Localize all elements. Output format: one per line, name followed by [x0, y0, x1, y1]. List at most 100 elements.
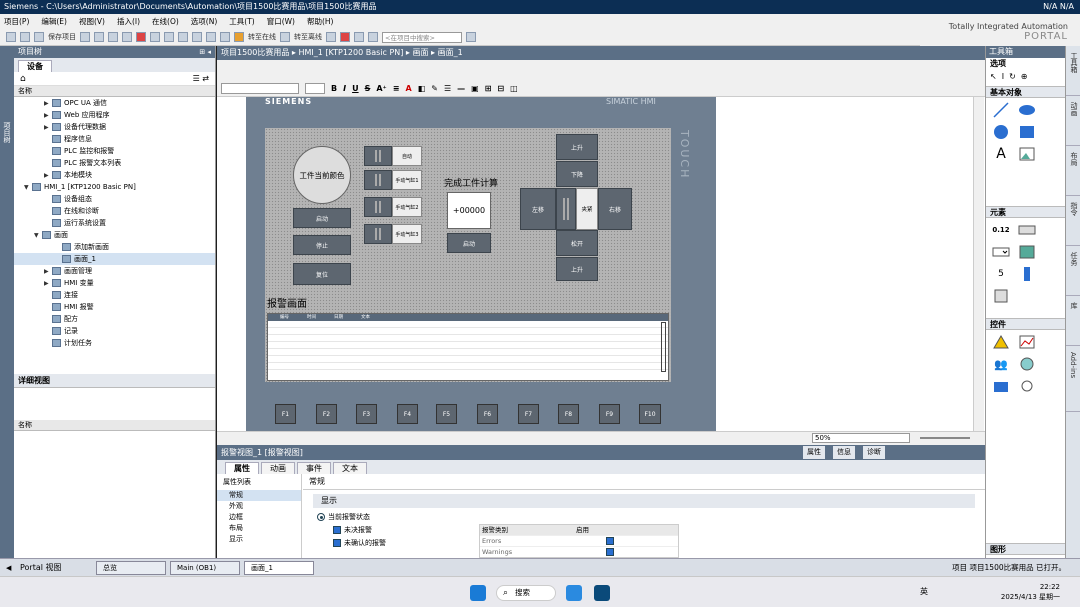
cross-down-1-button[interactable]: 松开: [556, 230, 598, 256]
property-border[interactable]: 边框: [217, 512, 301, 523]
cross-right-button[interactable]: 右移: [598, 188, 632, 230]
workpiece-color-indicator[interactable]: 工件当前颜色: [293, 146, 351, 204]
tree-item[interactable]: PLC 监控和报警: [14, 145, 215, 157]
errors-enabled-checkbox[interactable]: [606, 537, 614, 545]
cross-reference-icon[interactable]: [354, 32, 364, 42]
taskbar-clock[interactable]: 22:22 2025/4/13 星期一: [1001, 582, 1060, 602]
download-icon[interactable]: [192, 32, 202, 42]
tree-item[interactable]: ▶ 设备代理数据: [14, 121, 215, 133]
save-project-button[interactable]: 保存项目: [48, 32, 76, 42]
overview-button[interactable]: 总览: [96, 560, 166, 575]
pointer-icon[interactable]: ↖: [990, 72, 997, 84]
menu-options[interactable]: 选项(N): [191, 16, 217, 27]
tree-item[interactable]: HMI 报警: [14, 301, 215, 313]
tree-item[interactable]: 连接: [14, 289, 215, 301]
f7-key[interactable]: F7: [518, 404, 539, 424]
strikethrough-icon[interactable]: S: [365, 84, 371, 93]
font-size-up-icon[interactable]: A⁺: [376, 84, 386, 93]
tree-item[interactable]: ▼ 画面: [14, 229, 215, 241]
symbolic-io-tool-icon[interactable]: [992, 244, 1010, 260]
line-style-icon[interactable]: ☰: [444, 84, 451, 93]
tree-item[interactable]: 配方: [14, 313, 215, 325]
subtab-properties[interactable]: 属性: [225, 462, 259, 474]
subtab-events[interactable]: 事件: [297, 462, 331, 474]
zoom-dropdown[interactable]: 50%: [812, 433, 910, 443]
tree-item[interactable]: ▶ Web 应用程序: [14, 109, 215, 121]
app-icon-1[interactable]: [566, 585, 582, 601]
tree-item[interactable]: 记录: [14, 325, 215, 337]
menu-project[interactable]: 项目(P): [4, 16, 29, 27]
undo-icon[interactable]: [150, 32, 160, 42]
detail-view-header[interactable]: 详细视图: [14, 374, 215, 388]
bold-icon[interactable]: B: [331, 84, 337, 93]
recipe-view-tool-icon[interactable]: [992, 378, 1010, 394]
property-appearance[interactable]: 外观: [217, 501, 301, 512]
tia-portal-taskbar-icon[interactable]: [594, 585, 610, 601]
panel-pin-icon[interactable]: ⊞ ◂: [199, 46, 211, 58]
go-online-icon[interactable]: [234, 32, 244, 42]
cross-up-1-button[interactable]: 上升: [556, 134, 598, 160]
ellipse-tool-icon[interactable]: [1018, 102, 1036, 118]
line-width-icon[interactable]: —: [457, 84, 465, 93]
switch-cylinder-2[interactable]: 手动气缸2: [364, 197, 422, 217]
status-force-tool-icon[interactable]: [1018, 378, 1036, 394]
taskcard-addins[interactable]: Add-ins: [1066, 352, 1080, 412]
f10-key[interactable]: F10: [639, 404, 661, 424]
arrange-icon[interactable]: ▣: [471, 84, 479, 93]
rectangle-tool-icon[interactable]: [1018, 124, 1036, 140]
trend-view-tool-icon[interactable]: [1018, 334, 1036, 350]
bar-tool-icon[interactable]: [1018, 266, 1036, 282]
underline-icon[interactable]: U: [352, 84, 359, 93]
cross-up-2-button[interactable]: 下降: [556, 161, 598, 187]
stop-button[interactable]: 停止: [293, 235, 351, 255]
current-alarm-state-radio[interactable]: 当前报警状态: [317, 512, 370, 522]
tab-devices[interactable]: 设备: [18, 60, 52, 72]
f3-key[interactable]: F3: [356, 404, 377, 424]
tree-item[interactable]: ▼ HMI_1 [KTP1200 Basic PN]: [14, 181, 215, 193]
start-icon[interactable]: [470, 585, 486, 601]
menu-edit[interactable]: 编辑(E): [41, 16, 67, 27]
html-browser-tool-icon[interactable]: [1018, 356, 1036, 372]
elements-section[interactable]: 元素: [986, 206, 1065, 218]
editor-vertical-scrollbar[interactable]: [973, 97, 984, 435]
cross-center-switch[interactable]: 夹紧: [556, 188, 598, 230]
tree-item[interactable]: ▶ OPC UA 通信: [14, 97, 215, 109]
zoom-tool-icon[interactable]: ⊕: [1021, 72, 1028, 84]
taskcard-toolbox[interactable]: 工具箱: [1066, 52, 1080, 96]
menu-insert[interactable]: 插入(I): [117, 16, 140, 27]
project-search-input[interactable]: <在项目中搜索>: [382, 31, 462, 43]
io-field-tool-icon[interactable]: 0.12: [992, 222, 1010, 238]
stop-cpu-icon[interactable]: [340, 32, 350, 42]
circle-tool-icon[interactable]: [992, 124, 1010, 140]
text-cursor-icon[interactable]: I: [1002, 72, 1004, 84]
menu-view[interactable]: 视图(V): [79, 16, 105, 27]
paste-icon[interactable]: [122, 32, 132, 42]
f6-key[interactable]: F6: [477, 404, 498, 424]
f2-key[interactable]: F2: [316, 404, 337, 424]
font-dropdown[interactable]: [221, 82, 299, 94]
tree-item[interactable]: PLC 报警文本列表: [14, 157, 215, 169]
compile-icon[interactable]: [178, 32, 188, 42]
alarm-view-tool-icon[interactable]: [992, 334, 1010, 350]
tree-item[interactable]: 运行系统设置: [14, 217, 215, 229]
property-layout[interactable]: 布局: [217, 523, 301, 534]
alarm-view-scrollbar[interactable]: [661, 322, 666, 372]
inspector-tab-properties[interactable]: 属性: [803, 446, 825, 459]
main-ob1-button[interactable]: Main (OB1): [170, 560, 240, 575]
open-project-icon[interactable]: [20, 32, 30, 42]
line-color-icon[interactable]: ✎: [431, 84, 438, 93]
tree-options-icon[interactable]: ☰ ⇄: [193, 74, 209, 83]
tree-item[interactable]: 在线和诊断: [14, 205, 215, 217]
f8-key[interactable]: F8: [558, 404, 579, 424]
taskbar-search[interactable]: 搜索: [496, 585, 556, 601]
fill-color-icon[interactable]: ◧: [418, 84, 426, 93]
layer-icon[interactable]: ◫: [510, 84, 518, 93]
f9-key[interactable]: F9: [599, 404, 620, 424]
split-editor-icon[interactable]: [368, 32, 378, 42]
go-online-button[interactable]: 转至在线: [248, 32, 276, 42]
print-icon[interactable]: [80, 32, 90, 42]
text-color-icon[interactable]: A: [405, 84, 411, 93]
go-offline-icon[interactable]: [280, 32, 290, 42]
taskcard-layout[interactable]: 布局: [1066, 152, 1080, 196]
tree-item[interactable]: 程序信息: [14, 133, 215, 145]
